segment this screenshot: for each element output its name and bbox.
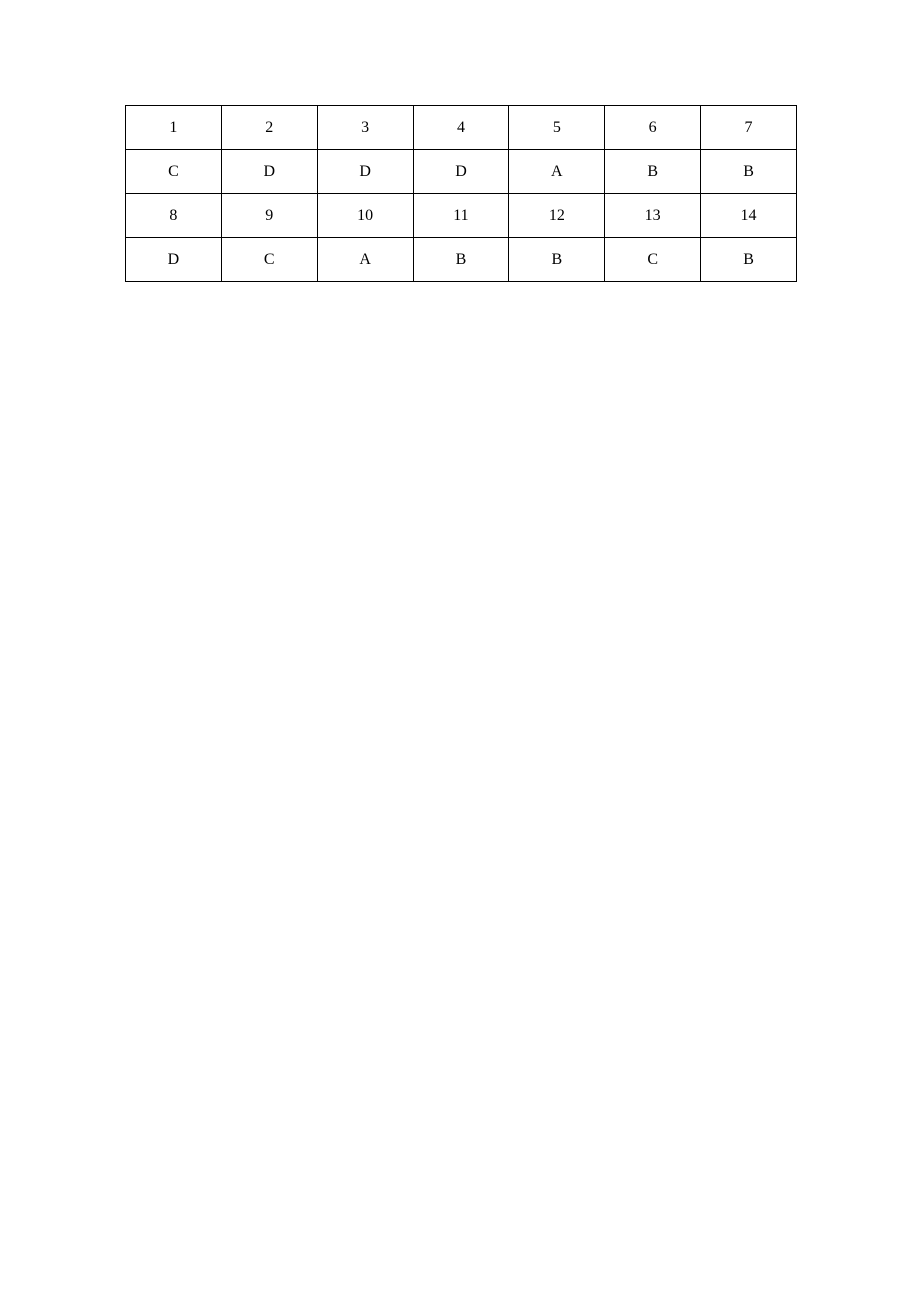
- table-cell: 3: [317, 106, 413, 150]
- table-cell: C: [605, 238, 701, 282]
- table-cell: 13: [605, 194, 701, 238]
- table-cell: B: [701, 150, 797, 194]
- table-cell: B: [509, 238, 605, 282]
- answer-table-container: 1 2 3 4 5 6 7 C D D D A B B 8 9 10 11 12…: [125, 105, 797, 282]
- table-row: D C A B B C B: [126, 238, 797, 282]
- table-cell: C: [126, 150, 222, 194]
- table-cell: 2: [221, 106, 317, 150]
- table-cell: 5: [509, 106, 605, 150]
- table-cell: 8: [126, 194, 222, 238]
- table-cell: A: [317, 238, 413, 282]
- table-cell: D: [221, 150, 317, 194]
- answer-table: 1 2 3 4 5 6 7 C D D D A B B 8 9 10 11 12…: [125, 105, 797, 282]
- table-row: 1 2 3 4 5 6 7: [126, 106, 797, 150]
- table-cell: 12: [509, 194, 605, 238]
- table-cell: B: [701, 238, 797, 282]
- table-cell: 4: [413, 106, 509, 150]
- table-cell: D: [317, 150, 413, 194]
- table-cell: A: [509, 150, 605, 194]
- table-cell: D: [126, 238, 222, 282]
- table-cell: 7: [701, 106, 797, 150]
- table-cell: 14: [701, 194, 797, 238]
- table-cell: 10: [317, 194, 413, 238]
- table-cell: B: [413, 238, 509, 282]
- table-cell: 9: [221, 194, 317, 238]
- table-cell: 11: [413, 194, 509, 238]
- table-cell: 1: [126, 106, 222, 150]
- table-cell: B: [605, 150, 701, 194]
- table-cell: 6: [605, 106, 701, 150]
- table-row: 8 9 10 11 12 13 14: [126, 194, 797, 238]
- table-cell: D: [413, 150, 509, 194]
- table-row: C D D D A B B: [126, 150, 797, 194]
- table-cell: C: [221, 238, 317, 282]
